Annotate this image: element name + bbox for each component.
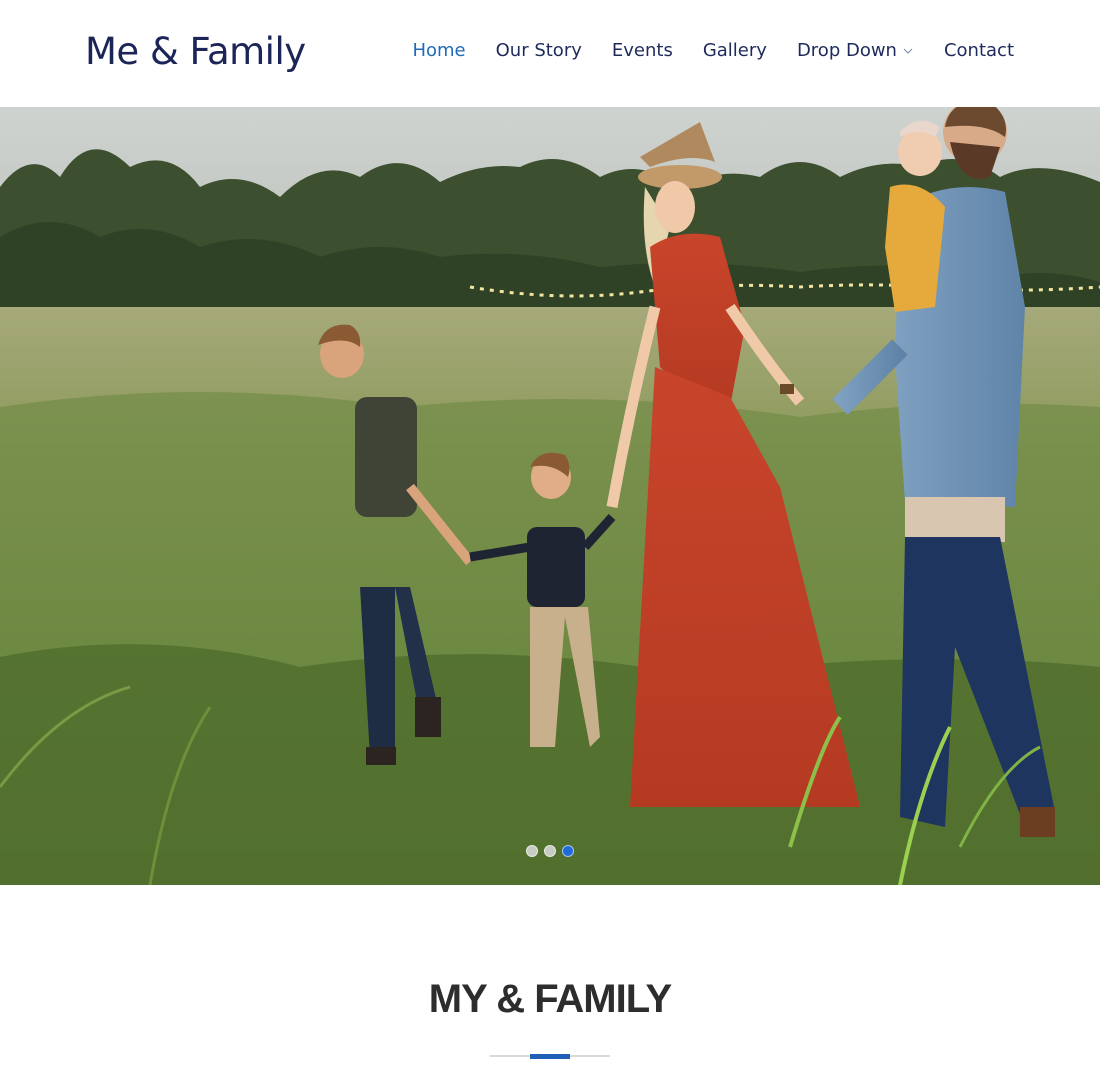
main-nav: Home Our Story Events Gallery Drop Down …: [382, 40, 1014, 61]
nav-item-label: Contact: [943, 40, 1014, 61]
hero-image: [0, 107, 1100, 885]
intro-section: MY & FAMILY: [0, 885, 1100, 1080]
nav-item-contact[interactable]: Contact: [944, 40, 1014, 61]
site-header: Me & Family Home Our Story Events Galler…: [0, 0, 1100, 107]
nav-item-label: Drop Down: [796, 40, 897, 61]
chevron-down-icon: [903, 48, 913, 54]
nav-item-label: Events: [611, 40, 673, 61]
carousel-indicators: [0, 845, 1100, 857]
carousel-dot-3[interactable]: [562, 845, 574, 857]
nav-item-our-story[interactable]: Our Story: [496, 40, 582, 61]
nav-item-drop-down[interactable]: Drop Down: [797, 40, 914, 61]
nav-item-home[interactable]: Home: [412, 40, 465, 61]
hero-carousel: [0, 107, 1100, 885]
nav-item-label: Home: [412, 40, 466, 61]
title-divider-accent: [530, 1054, 570, 1059]
nav-item-gallery[interactable]: Gallery: [703, 40, 767, 61]
nav-item-label: Gallery: [702, 40, 767, 61]
nav-item-events[interactable]: Events: [612, 40, 673, 61]
carousel-dot-1[interactable]: [526, 845, 538, 857]
carousel-dot-2[interactable]: [544, 845, 556, 857]
site-logo[interactable]: Me & Family: [85, 30, 306, 73]
nav-item-label: Our Story: [495, 40, 582, 61]
section-title: MY & FAMILY: [428, 977, 672, 1021]
